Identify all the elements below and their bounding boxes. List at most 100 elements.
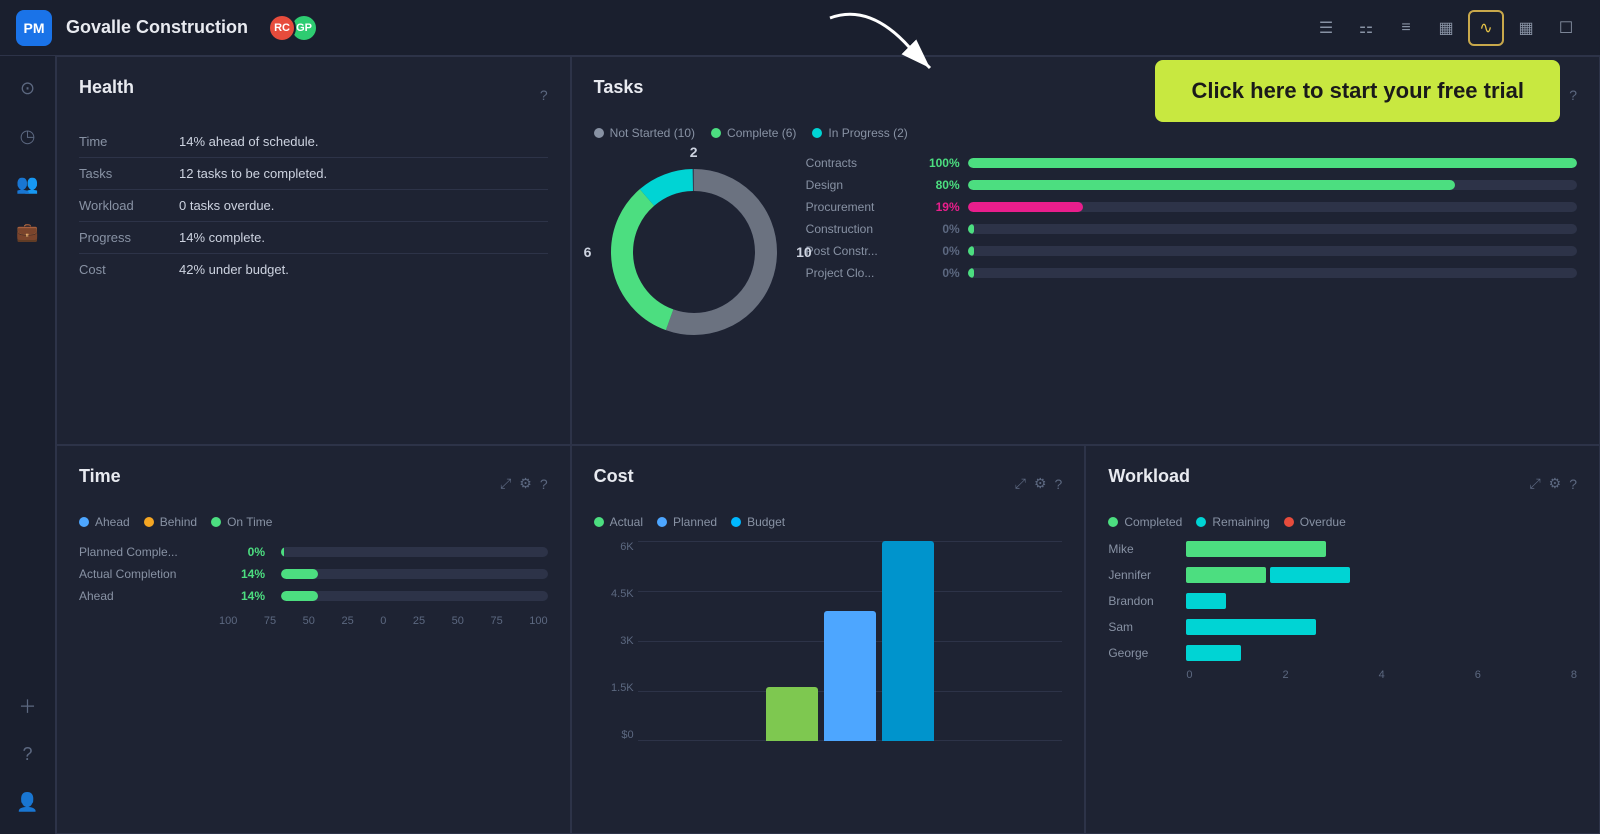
tasks-help-icon[interactable]: ? [1569,87,1577,103]
time-header: Time ⤢ ⚙ ? [79,466,548,501]
sidebar-time-icon[interactable]: ◷ [8,116,48,156]
toolbar-filter-icon[interactable]: ≡ [1388,10,1424,46]
donut-label-right: 10 [796,244,812,260]
main-container: ⊙ ◷ 👥 💼 ＋ ? 👤 Health ? Time 14% ahead of… [0,56,1600,834]
task-bar-procurement: Procurement 19% [806,200,1577,214]
app-logo: PM [16,10,52,46]
tasks-content: 2 6 10 [594,152,1577,352]
sidebar-help-icon[interactable]: ? [8,734,48,774]
workload-x-axis: 0 2 4 6 8 [1108,669,1577,681]
health-help-icon[interactable]: ? [540,87,548,103]
workload-row-sam: Sam [1108,619,1577,635]
legend-not-started: Not Started (10) [594,126,695,140]
cost-panel: Cost ⤢ ⚙ ? Actual Planned Budg [571,445,1086,834]
tasks-title: Tasks [594,77,644,98]
cost-expand-icon[interactable]: ⤢ [1015,475,1026,492]
workload-bar-sam-remaining [1186,619,1316,635]
workload-settings-icon[interactable]: ⚙ [1549,475,1562,492]
legend-dot-budget [731,517,741,527]
health-table: Time 14% ahead of schedule. Tasks 12 tas… [79,126,548,285]
legend-planned: Planned [657,515,717,529]
legend-actual: Actual [594,515,643,529]
toolbar-analytics-icon[interactable]: ∿ [1468,10,1504,46]
trial-banner[interactable]: Click here to start your free trial [1155,60,1560,122]
sidebar-people-icon[interactable]: 👥 [8,164,48,204]
legend-dot-remaining-wl [1196,517,1206,527]
avatar-rc[interactable]: RC [268,14,296,42]
cost-y-axis: 6K 4.5K 3K 1.5K $0 [594,541,634,741]
workload-bar-mike-completed [1186,541,1326,557]
health-row-workload: Workload 0 tasks overdue. [79,190,548,222]
page-title: Govalle Construction [66,17,248,38]
health-value-workload: 0 tasks overdue. [179,198,274,213]
workload-help-icon[interactable]: ? [1569,476,1577,492]
time-x-axis: 100 75 50 25 0 25 50 75 100 [79,615,548,627]
legend-on-time: On Time [211,515,272,529]
workload-bar-brandon-remaining [1186,593,1226,609]
legend-budget: Budget [731,515,785,529]
workload-row-george: George [1108,645,1577,661]
legend-dot-actual [594,517,604,527]
health-value-tasks: 12 tasks to be completed. [179,166,327,181]
toolbar-doc-icon[interactable]: ☐ [1548,10,1584,46]
tasks-legend: Not Started (10) Complete (6) In Progres… [594,126,1577,140]
health-row-progress: Progress 14% complete. [79,222,548,254]
workload-legend: Completed Remaining Overdue [1108,515,1577,529]
cost-bar-budget [882,541,934,741]
time-bar-actual: Actual Completion 14% [79,567,548,581]
cost-settings-icon[interactable]: ⚙ [1034,475,1047,492]
workload-bar-jennifer-remaining [1270,567,1350,583]
health-label-workload: Workload [79,198,179,213]
time-legend: Ahead Behind On Time [79,515,548,529]
cost-actions: ⤢ ⚙ ? [1015,475,1063,492]
time-panel: Time ⤢ ⚙ ? Ahead Behind On Tim [56,445,571,834]
legend-dot-not-started [594,128,604,138]
workload-header: Workload ⤢ ⚙ ? [1108,466,1577,501]
legend-dot-in-progress [812,128,822,138]
health-label-tasks: Tasks [79,166,179,181]
health-title: Health [79,77,134,98]
sidebar-add-icon[interactable]: ＋ [8,686,48,726]
legend-dot-completed-wl [1108,517,1118,527]
time-title: Time [79,466,121,487]
toolbar-list-icon[interactable]: ☰ [1308,10,1344,46]
tasks-donut-chart: 2 6 10 [594,152,794,352]
health-header: Health ? [79,77,548,112]
legend-complete: Complete (6) [711,126,796,140]
legend-overdue-wl: Overdue [1284,515,1346,529]
legend-ahead: Ahead [79,515,130,529]
cost-header: Cost ⤢ ⚙ ? [594,466,1063,501]
task-bar-construction: Construction 0% [806,222,1577,236]
workload-bar-jennifer-completed [1186,567,1266,583]
workload-actions: ⤢ ⚙ ? [1529,475,1577,492]
health-row-tasks: Tasks 12 tasks to be completed. [79,158,548,190]
toolbar-grid-icon[interactable]: ▦ [1428,10,1464,46]
time-bar-planned: Planned Comple... 0% [79,545,548,559]
workload-expand-icon[interactable]: ⤢ [1529,475,1540,492]
donut-label-top: 2 [690,144,698,160]
toolbar-gantt-icon[interactable]: ⚏ [1348,10,1384,46]
cost-legend: Actual Planned Budget [594,515,1063,529]
toolbar-calendar-icon[interactable]: ▦ [1508,10,1544,46]
legend-dot-on-time [211,517,221,527]
sidebar-portfolio-icon[interactable]: 💼 [8,212,48,252]
time-expand-icon[interactable]: ⤢ [500,475,511,492]
sidebar-bottom: ＋ ? 👤 [8,686,48,822]
sidebar-home-icon[interactable]: ⊙ [8,68,48,108]
dashboard-grid: Health ? Time 14% ahead of schedule. Tas… [56,56,1600,834]
cost-help-icon[interactable]: ? [1055,476,1063,492]
legend-dot-planned [657,517,667,527]
time-help-icon[interactable]: ? [540,476,548,492]
cost-bar-actual [766,687,818,741]
legend-remaining-wl: Remaining [1196,515,1269,529]
legend-in-progress: In Progress (2) [812,126,907,140]
cost-bars [638,541,1063,741]
legend-behind: Behind [144,515,197,529]
workload-panel: Workload ⤢ ⚙ ? Completed Remaining [1085,445,1600,834]
workload-bar-george-remaining [1186,645,1241,661]
sidebar-user-icon[interactable]: 👤 [8,782,48,822]
time-settings-icon[interactable]: ⚙ [519,475,532,492]
health-label-time: Time [79,134,179,149]
workload-row-mike: Mike [1108,541,1577,557]
tasks-bars: Contracts 100% Design 80% [806,152,1577,352]
